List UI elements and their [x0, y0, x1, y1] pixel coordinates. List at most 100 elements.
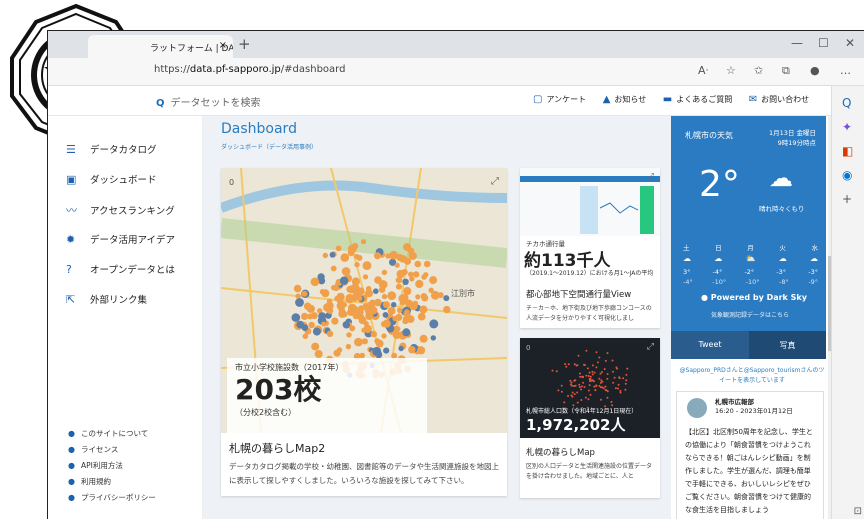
outlook-icon[interactable]: ◉: [842, 168, 852, 182]
collections-icon[interactable]: ⧉: [782, 64, 790, 78]
card-population[interactable]: 0 ⤢ 札幌市総人口数（令和4年12月1日現在） 1,972,202人 札幌の暮…: [520, 338, 660, 498]
facility-dot: [372, 346, 382, 356]
population-dot: [617, 387, 619, 390]
footer-link-about[interactable]: ● このサイトについて: [68, 428, 148, 439]
weather-credit-link[interactable]: 気象観測記録データはこちら: [711, 310, 789, 319]
new-tab-button[interactable]: +: [238, 35, 251, 53]
facility-dot: [342, 321, 350, 329]
nav-links: ▢ アンケート ▲ お知らせ ▬ よくあるご質問 ✉ お問い合わせ: [533, 94, 823, 105]
add-icon[interactable]: +: [842, 192, 852, 206]
facility-dot: [331, 317, 339, 325]
expand-icon[interactable]: ⤢: [491, 176, 499, 187]
card-title[interactable]: 都心部地下空間通行量View: [526, 288, 631, 300]
facility-dot: [404, 309, 410, 315]
extensions-icon[interactable]: ☆: [726, 64, 736, 77]
facility-dot: [429, 319, 439, 329]
facility-dot: [363, 324, 372, 334]
population-dot: [570, 381, 573, 384]
population-dot: [573, 363, 576, 366]
footer-link-api[interactable]: ● API利用方法: [68, 460, 123, 471]
more-menu-icon[interactable]: …: [840, 64, 851, 77]
url-host: data.pf-sapporo.jp: [189, 64, 281, 75]
population-dot: [593, 380, 595, 383]
sidebar-item-opendata[interactable]: ? オープンデータとは: [66, 262, 175, 276]
population-dot: [606, 396, 609, 399]
top-navigation: Q データセットを検索 ▢ アンケート ▲ お知らせ ▬ よくあるご質問 ✉ お問い合わせ: [48, 86, 832, 116]
circle-arrow-icon: ●: [68, 477, 75, 486]
browser-tab[interactable]: ラットフォーム | DA ×: [88, 35, 233, 58]
population-dot: [573, 393, 576, 396]
like-count: 0: [526, 344, 531, 352]
tab-close-button[interactable]: ×: [219, 40, 227, 51]
population-dot: [618, 376, 621, 379]
population-dot: [602, 387, 605, 390]
facility-dot: [395, 283, 402, 290]
address-bar: https://data.pf-sapporo.jp/#dashboard Aᐧ…: [48, 58, 864, 86]
sparkle-icon[interactable]: ✦: [842, 120, 852, 134]
sidebar-item-catalog[interactable]: ☰ データカタログ: [66, 142, 157, 156]
search-icon[interactable]: Q: [842, 96, 851, 110]
population-dot: [619, 391, 622, 394]
tweet-header: 札幌市広報部 16:20 - 2023年01月12日: [715, 398, 793, 415]
facility-dot: [415, 294, 421, 300]
circle-arrow-icon: ●: [68, 461, 75, 470]
footer-link-privacy[interactable]: ● プライバシーポリシー: [68, 492, 156, 503]
powered-by[interactable]: ● Powered by Dark Sky: [701, 293, 807, 302]
sidebar-item-links[interactable]: ⇱ 外部リンク集: [66, 292, 147, 306]
facility-dot: [341, 267, 351, 276]
card-title[interactable]: 札幌の暮らしMap2: [229, 440, 325, 456]
url-field[interactable]: https://data.pf-sapporo.jp/#dashboard: [154, 64, 345, 75]
sidebar-toggle-icon[interactable]: ⊡: [854, 506, 862, 517]
population-dot: [624, 388, 627, 391]
sidebar-item-ideas[interactable]: ✹ データ活用アイデア: [66, 232, 175, 246]
sidebar-item-dashboard[interactable]: ▣ ダッシュボード: [66, 172, 157, 186]
facility-dot: [354, 261, 360, 268]
profile-icon[interactable]: ●: [810, 64, 820, 77]
footer-link-terms[interactable]: ● 利用規約: [68, 476, 111, 487]
facility-dot: [374, 252, 381, 260]
nav-contact[interactable]: ✉ お問い合わせ: [749, 94, 809, 105]
facility-dot: [443, 295, 450, 302]
facility-dot: [354, 293, 360, 299]
population-dot: [580, 388, 583, 391]
nav-news[interactable]: ▲ お知らせ: [603, 94, 647, 105]
facility-dot: [322, 252, 328, 259]
facility-dot: [301, 290, 308, 297]
population-dot: [578, 383, 581, 386]
footer-link-license[interactable]: ● ライセンス: [68, 444, 118, 455]
favorites-icon[interactable]: ✩: [754, 64, 763, 77]
maximize-button[interactable]: ☐: [818, 36, 829, 50]
nav-faq[interactable]: ▬ よくあるご質問: [663, 94, 732, 105]
card-map2[interactable]: 0 江別市 ⤢ 市立小学校施設数（2017年） 203校 （分校2校含む） 札幌…: [221, 168, 507, 496]
facility-dot: [336, 292, 345, 301]
minimize-button[interactable]: —: [791, 36, 803, 50]
population-dot: [604, 385, 607, 388]
sidebar-item-ranking[interactable]: 〰アクセスランキング: [66, 202, 175, 218]
facility-dot: [372, 300, 378, 306]
facility-dot: [400, 293, 409, 302]
card-title[interactable]: 札幌の暮らしMap: [526, 446, 595, 458]
close-window-button[interactable]: ✕: [845, 36, 855, 50]
population-dot: [563, 401, 566, 404]
population-dot: [580, 399, 583, 401]
card-traffic[interactable]: ⤢ チカホ通行量 約113千人 （2019.1～2019.12）における月1～J…: [520, 168, 660, 328]
expand-icon[interactable]: ⤢: [647, 172, 654, 182]
dataset-search[interactable]: Q データセットを検索: [156, 94, 261, 109]
nav-survey[interactable]: ▢ アンケート: [533, 94, 586, 105]
facility-dot: [391, 302, 397, 308]
population-dot: [582, 381, 585, 384]
expand-icon[interactable]: ⤢: [647, 342, 654, 352]
card-desc: データカタログ掲載の学校・幼稚園、図書館等のデータや生活関連施設を地図上に表示し…: [229, 462, 499, 485]
population-dot: [580, 385, 583, 388]
map-city-label: 江別市: [451, 289, 475, 298]
traffic-chart-image: [520, 168, 660, 236]
office-icon[interactable]: ◧: [842, 144, 853, 158]
population-dot: [599, 372, 602, 375]
read-aloud-icon[interactable]: Aᐧ: [698, 64, 708, 77]
photo-tab[interactable]: 写真: [749, 331, 826, 359]
current-temp: 2°: [699, 164, 740, 205]
page-subtitle: ダッシュボード（データ活用事例）: [221, 144, 318, 151]
facility-dot: [296, 320, 304, 329]
facility-dot: [396, 269, 405, 279]
tweet-tab[interactable]: Tweet: [671, 331, 749, 359]
